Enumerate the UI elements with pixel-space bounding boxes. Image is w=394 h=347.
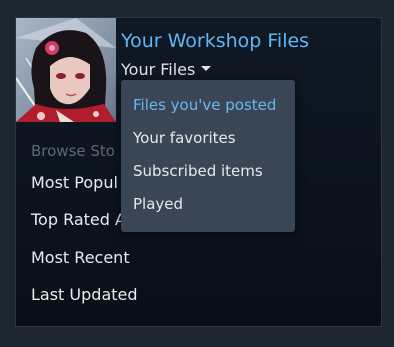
avatar[interactable] (16, 18, 116, 122)
browse-section-label: Browse Sto (31, 142, 115, 160)
your-files-dropdown-menu: Files you've posted Your favorites Subsc… (121, 80, 295, 232)
page-title[interactable]: Your Workshop Files (121, 30, 309, 52)
your-files-label: Your Files (121, 60, 196, 79)
dropdown-item-played[interactable]: Played (133, 195, 183, 213)
browse-item-most-recent[interactable]: Most Recent (31, 248, 130, 267)
avatar-image (16, 18, 116, 122)
browse-item-top-rated[interactable]: Top Rated A (31, 210, 126, 229)
caret-down-icon (201, 66, 212, 71)
browse-item-most-popular[interactable]: Most Popul (31, 173, 118, 192)
browse-item-last-updated[interactable]: Last Updated (31, 285, 138, 304)
dropdown-item-favorites[interactable]: Your favorites (133, 129, 236, 147)
your-files-dropdown-toggle[interactable]: Your Files (121, 60, 212, 79)
dropdown-item-files-posted[interactable]: Files you've posted (133, 96, 276, 114)
dropdown-item-subscribed[interactable]: Subscribed items (133, 162, 263, 180)
